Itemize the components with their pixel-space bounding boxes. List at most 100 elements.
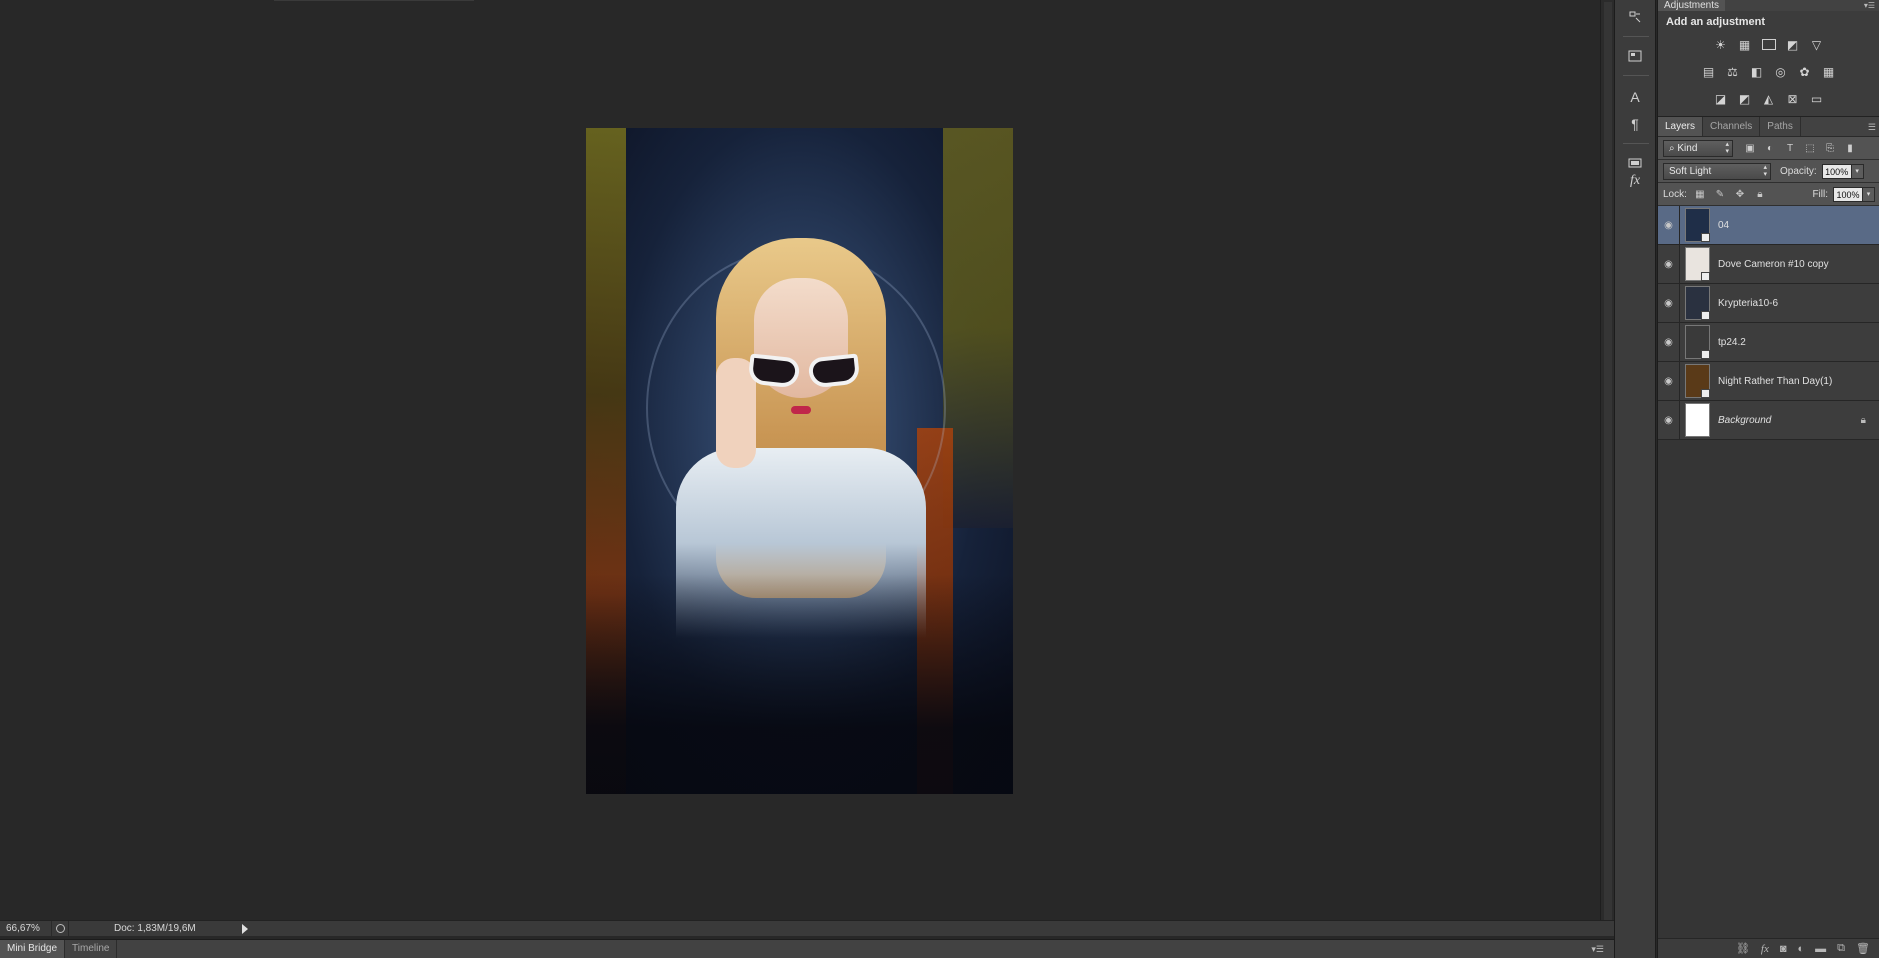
layer-thumbnail <box>1685 364 1710 398</box>
zoom-level[interactable]: 66,67% <box>0 921 52 936</box>
fill-dropdown-icon[interactable]: ▾ <box>1863 186 1875 202</box>
tab-layers[interactable]: Layers <box>1658 117 1704 136</box>
opacity-dropdown-icon[interactable]: ▾ <box>1851 163 1864 179</box>
adjustment-row-1: ☀ ▦ ◩ ▽ <box>1658 37 1879 52</box>
lock-all-icon[interactable]: 🔒︎ <box>1753 188 1767 200</box>
tab-timeline[interactable]: Timeline <box>65 939 118 958</box>
layer-row-dove-cameron[interactable]: ◉ Dove Cameron #10 copy <box>1658 245 1879 284</box>
add-mask-icon[interactable]: ◙ <box>1780 943 1787 955</box>
gradient-map-icon[interactable]: ▭ <box>1809 91 1825 106</box>
tab-adjustments[interactable]: Adjustments <box>1658 0 1726 11</box>
opacity-input[interactable]: 100% <box>1821 163 1852 179</box>
tab-channels[interactable]: Channels <box>1703 117 1761 136</box>
bottom-panel-bar: Mini Bridge Timeline ▾☰ <box>0 939 1614 958</box>
layer-name: Night Rather Than Day(1) <box>1718 375 1833 387</box>
strip-separator <box>1623 36 1649 37</box>
color-lookup-icon[interactable]: ▦ <box>1821 64 1837 79</box>
properties-icon[interactable] <box>1623 45 1647 67</box>
blend-mode-select[interactable]: Soft Light ▴ ▾ <box>1663 162 1771 180</box>
document-image[interactable] <box>586 128 1013 794</box>
lock-position-icon[interactable]: ✥ <box>1733 188 1747 200</box>
history-icon[interactable] <box>1623 6 1647 28</box>
layer-row-04[interactable]: ◉ 04 <box>1658 206 1879 245</box>
color-balance-icon[interactable]: ⚖ <box>1725 64 1741 79</box>
layer-row-night-rather[interactable]: ◉ Night Rather Than Day(1) <box>1658 362 1879 401</box>
photoshop-window: 66,67% Doc: 1,83M/19,6M Mini Bridge Time… <box>0 0 1879 958</box>
paragraph-icon[interactable]: ¶ <box>1623 113 1647 135</box>
tab-paths[interactable]: Paths <box>1760 117 1801 136</box>
character-icon[interactable]: A <box>1623 86 1647 108</box>
tab-mini-bridge[interactable]: Mini Bridge <box>0 939 66 958</box>
document-profile-icon[interactable] <box>52 921 68 936</box>
visibility-eye-icon[interactable]: ◉ <box>1658 245 1680 283</box>
visibility-eye-icon[interactable]: ◉ <box>1658 362 1680 400</box>
filter-toggle-icon[interactable]: ▮ <box>1843 142 1857 154</box>
adjustments-panel-header: Adjustments ▾☰ <box>1658 0 1879 11</box>
filter-shape-icon[interactable]: ⬚ <box>1803 142 1817 154</box>
threshold-icon[interactable]: ◭ <box>1761 91 1777 106</box>
fill-input[interactable]: 100% <box>1833 186 1863 202</box>
smart-object-badge-icon <box>1701 311 1710 320</box>
fx-icon[interactable]: fx <box>1623 170 1647 192</box>
exposure-icon[interactable]: ◩ <box>1785 37 1801 52</box>
selective-color-icon[interactable]: ⊠ <box>1785 91 1801 106</box>
posterize-icon[interactable]: ◩ <box>1737 91 1753 106</box>
vertical-scrollbar[interactable] <box>1600 0 1614 922</box>
layers-menu-icon[interactable]: ☰ <box>1868 117 1876 136</box>
levels-icon[interactable]: ▦ <box>1737 37 1753 52</box>
delete-layer-icon[interactable]: 🗑︎ <box>1856 942 1870 955</box>
blend-row: Soft Light ▴ ▾ Opacity: 100% ▾ <box>1658 160 1879 183</box>
image-sunglasses <box>747 353 861 389</box>
layer-row-tp24[interactable]: ◉ tp24.2 <box>1658 323 1879 362</box>
add-layer-style-icon[interactable]: fx <box>1761 943 1769 955</box>
fill-label: Fill: <box>1812 188 1828 200</box>
black-white-icon[interactable]: ◧ <box>1749 64 1765 79</box>
filter-adjustment-icon[interactable]: ◐ <box>1763 142 1777 154</box>
smart-object-badge-icon <box>1701 350 1710 359</box>
adjustments-menu-icon[interactable]: ▾☰ <box>1864 0 1875 11</box>
canvas-area[interactable] <box>0 0 1600 922</box>
hue-saturation-icon[interactable]: ▤ <box>1701 64 1717 79</box>
layer-thumbnail <box>1685 208 1710 242</box>
vibrance-icon[interactable]: ▽ <box>1809 37 1825 52</box>
lock-row: Lock: ▦ ✎ ✥ 🔒︎ Fill: 100% ▾ <box>1658 183 1879 206</box>
add-adjustment-title: Add an adjustment <box>1666 16 1766 28</box>
visibility-eye-icon[interactable]: ◉ <box>1658 284 1680 322</box>
new-adjustment-layer-icon[interactable]: ◐ <box>1798 943 1805 955</box>
layer-thumbnail <box>1685 325 1710 359</box>
layer-name: Krypteria10-6 <box>1718 297 1779 309</box>
status-menu-arrow-icon[interactable] <box>242 923 248 934</box>
adjustment-row-3: ◪ ◩ ◭ ⊠ ▭ <box>1658 91 1879 106</box>
lock-image-icon[interactable]: ✎ <box>1713 188 1727 200</box>
lock-transparent-icon[interactable]: ▦ <box>1693 188 1707 200</box>
panel-menu-icon[interactable]: ▾☰ <box>1591 944 1604 955</box>
channel-mixer-icon[interactable]: ✿ <box>1797 64 1813 79</box>
smart-object-badge-icon <box>1701 389 1710 398</box>
filter-type-icon[interactable]: T <box>1783 142 1797 154</box>
status-bar: 66,67% Doc: 1,83M/19,6M <box>0 920 1614 936</box>
filter-kind-select[interactable]: ⌕ Kind ▴ ▾ <box>1663 139 1733 157</box>
layer-row-background[interactable]: ◉ Background 🔒︎ <box>1658 401 1879 440</box>
layer-name: Dove Cameron #10 copy <box>1718 258 1829 270</box>
brightness-contrast-icon[interactable]: ☀ <box>1713 37 1729 52</box>
visibility-eye-icon[interactable]: ◉ <box>1658 401 1680 439</box>
layer-lock-icon[interactable]: 🔒︎ <box>1861 415 1866 426</box>
layer-row-krypteria[interactable]: ◉ Krypteria10-6 <box>1658 284 1879 323</box>
visibility-eye-icon[interactable]: ◉ <box>1658 206 1680 244</box>
vertical-scroll-thumb[interactable] <box>1604 2 1612 920</box>
smart-object-badge-icon <box>1701 272 1710 281</box>
photo-filter-icon[interactable]: ◎ <box>1773 64 1789 79</box>
layer-name: tp24.2 <box>1718 336 1746 348</box>
invert-icon[interactable]: ◪ <box>1713 91 1729 106</box>
new-layer-icon[interactable]: ⧉ <box>1837 942 1845 955</box>
curves-icon[interactable] <box>1761 37 1777 52</box>
visibility-eye-icon[interactable]: ◉ <box>1658 323 1680 361</box>
image-right-texture <box>943 128 1013 528</box>
new-group-icon[interactable]: ▬ <box>1815 943 1826 955</box>
strip-separator <box>1623 143 1649 144</box>
layer-name: 04 <box>1718 219 1730 231</box>
filter-pixel-icon[interactable]: ▣ <box>1743 142 1757 154</box>
filter-kind-label: Kind <box>1677 142 1698 154</box>
filter-smart-object-icon[interactable]: ⎘ <box>1823 142 1837 154</box>
link-layers-icon[interactable]: ⛓ <box>1736 942 1750 955</box>
